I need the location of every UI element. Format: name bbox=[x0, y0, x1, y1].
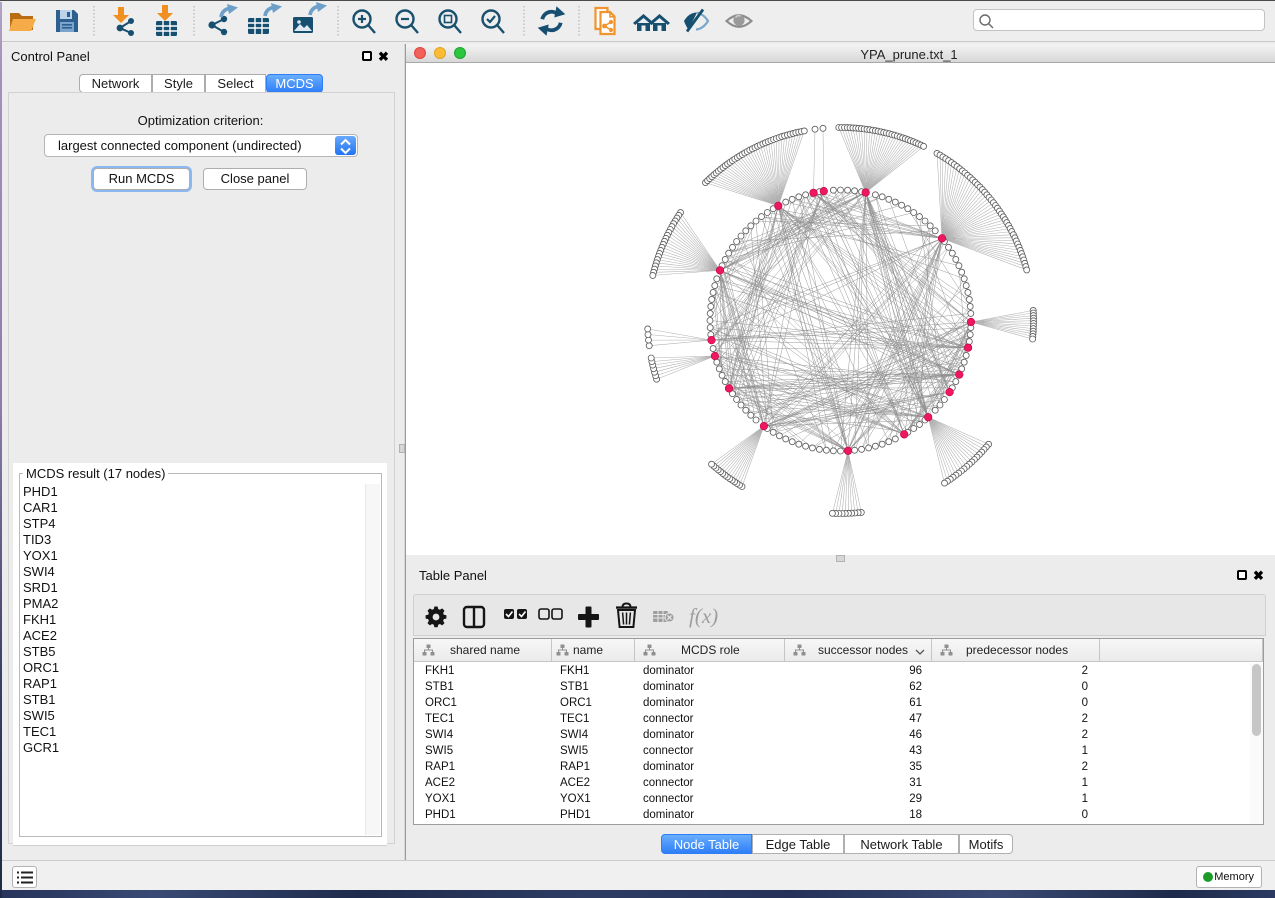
svg-text:f(x): f(x) bbox=[689, 604, 718, 628]
